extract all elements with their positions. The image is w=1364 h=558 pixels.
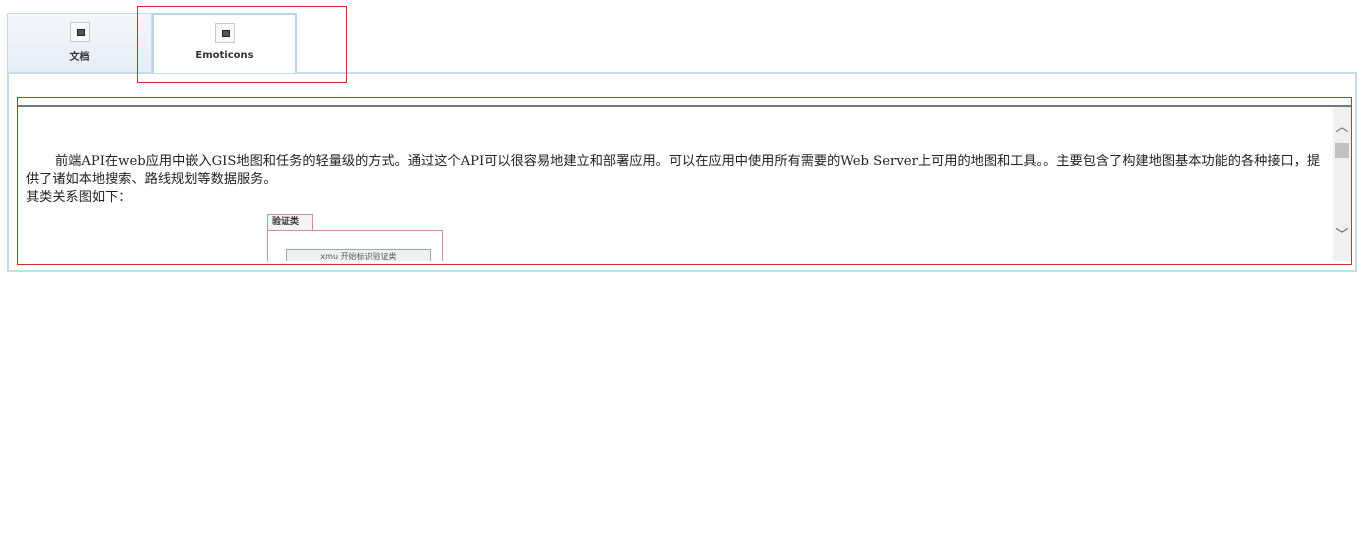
diagram-tab-label: 验证类 [267, 214, 313, 230]
vertical-scrollbar[interactable]: ︿ ﹀ [1333, 107, 1351, 261]
editor-window: 文档 Emoticons 前端API在web应用中嵌入GIS地图和任务的轻量级的… [0, 0, 1364, 558]
tab-documents-label: 文档 [69, 52, 90, 63]
scrollbar-thumb[interactable] [1335, 143, 1349, 158]
document-viewer[interactable]: 前端API在web应用中嵌入GIS地图和任务的轻量级的方式。通过这个API可以很… [18, 105, 1351, 261]
tab-documents[interactable]: 文档 [7, 13, 152, 72]
diagram-class-box: xmu 开始标识验证类 [286, 249, 431, 261]
diagram-frame: xmu 开始标识验证类 [267, 230, 443, 261]
class-diagram-image: 验证类 xmu 开始标识验证类 [267, 214, 447, 261]
document-paragraph: 前端API在web应用中嵌入GIS地图和任务的轻量级的方式。通过这个API可以很… [26, 154, 1321, 187]
scroll-up-icon[interactable]: ︿ [1333, 119, 1351, 137]
tab-emoticons[interactable]: Emoticons [152, 13, 297, 73]
diagram-intro-text: 其类关系图如下： [26, 190, 132, 205]
scroll-down-icon[interactable]: ﹀ [1333, 227, 1351, 245]
document-body: 前端API在web应用中嵌入GIS地图和任务的轻量级的方式。通过这个API可以很… [26, 153, 1326, 207]
document-icon [69, 22, 90, 42]
emoticons-icon [214, 23, 235, 43]
document-viewport: 前端API在web应用中嵌入GIS地图和任务的轻量级的方式。通过这个API可以很… [18, 107, 1331, 261]
tab-emoticons-label: Emoticons [195, 50, 254, 61]
